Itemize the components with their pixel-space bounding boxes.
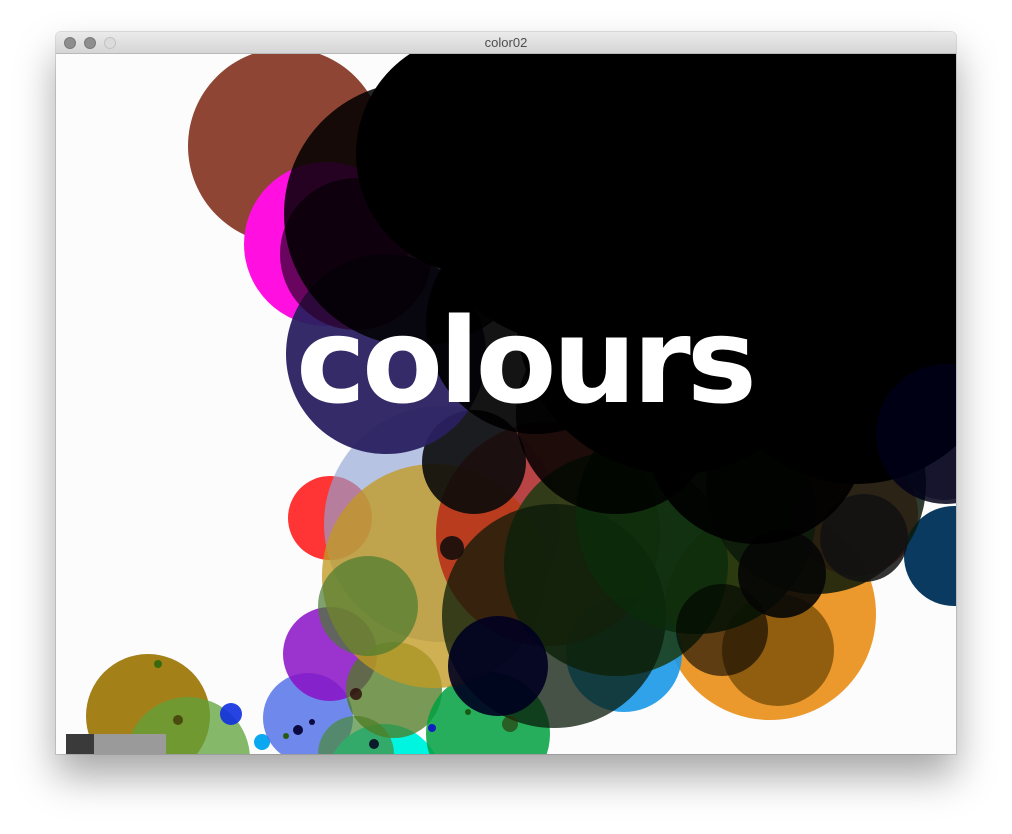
circle bbox=[502, 716, 518, 732]
circle bbox=[440, 536, 464, 560]
circle bbox=[369, 739, 379, 749]
circle bbox=[448, 616, 548, 716]
title-bar[interactable]: color02 bbox=[56, 32, 956, 54]
sketch-canvas[interactable]: colours bbox=[56, 54, 956, 754]
circle bbox=[309, 719, 315, 725]
window-title: color02 bbox=[484, 35, 528, 50]
circle bbox=[293, 725, 303, 735]
app-window: color02 colours bbox=[56, 32, 956, 754]
circle bbox=[465, 709, 471, 715]
circle bbox=[318, 556, 418, 656]
circle bbox=[220, 703, 242, 725]
colours-heading: colours bbox=[296, 292, 757, 430]
circle bbox=[154, 660, 162, 668]
dark-color-swatch bbox=[66, 734, 94, 754]
light-color-swatch bbox=[94, 734, 166, 754]
circle bbox=[350, 688, 362, 700]
circle bbox=[428, 724, 436, 732]
circle bbox=[173, 715, 183, 725]
circle bbox=[283, 733, 289, 739]
